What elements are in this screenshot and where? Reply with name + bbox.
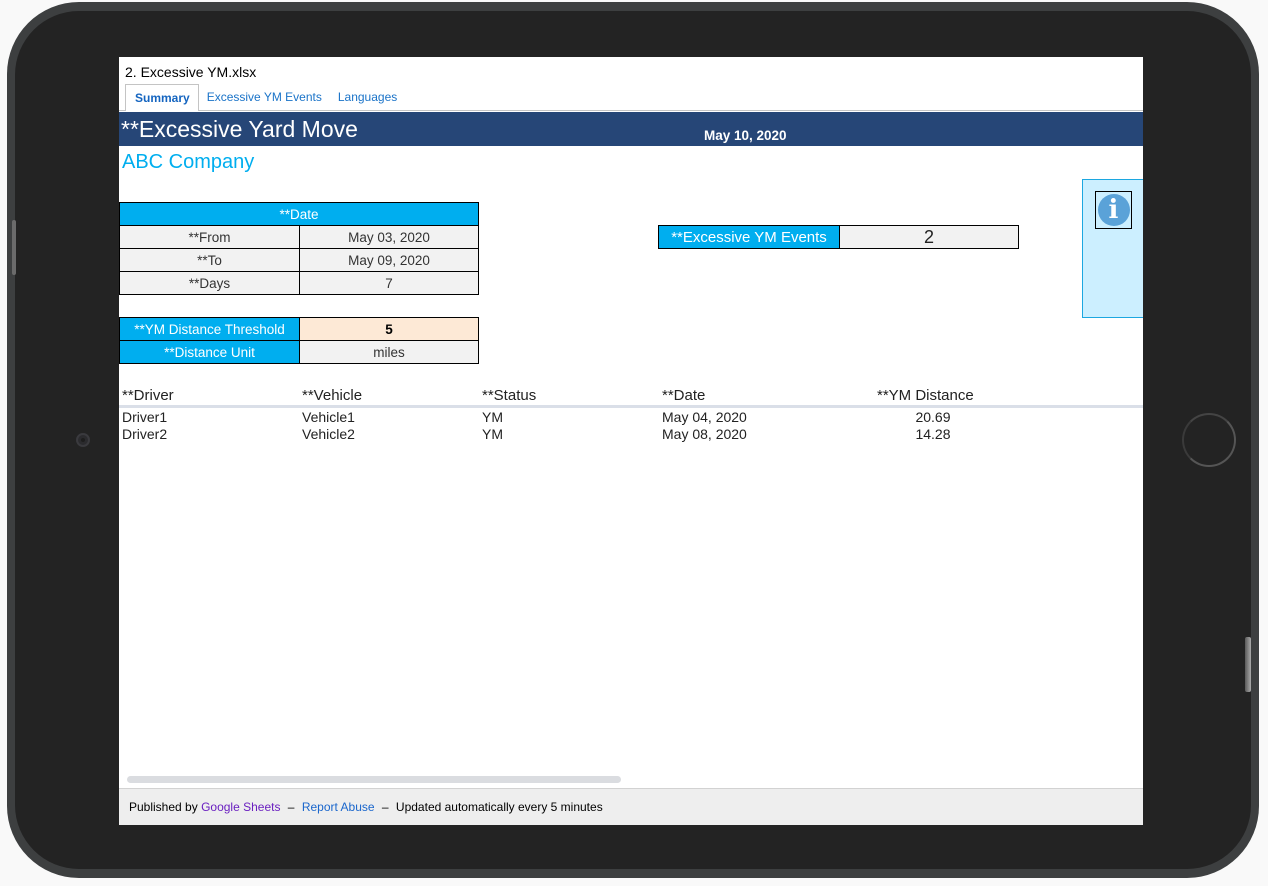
report-abuse-link[interactable]: Report Abuse bbox=[302, 800, 375, 814]
from-value: May 03, 2020 bbox=[299, 225, 479, 249]
days-label: **Days bbox=[119, 271, 300, 295]
distance-unit-value: miles bbox=[299, 340, 479, 364]
days-value: 7 bbox=[299, 271, 479, 295]
events-count-label: **Excessive YM Events bbox=[658, 225, 840, 249]
table-row: Driver2 Vehicle2 YM May 08, 2020 14.28 bbox=[119, 426, 1143, 443]
date-header: **Date bbox=[119, 202, 479, 226]
sheet-tabs: Summary Excessive YM Events Languages bbox=[125, 84, 405, 111]
events-count-value: 2 bbox=[839, 225, 1019, 249]
info-icon: i bbox=[1097, 194, 1130, 226]
separator: – bbox=[287, 800, 295, 814]
date-cell: May 08, 2020 bbox=[662, 426, 747, 442]
report-date: May 10, 2020 bbox=[704, 128, 787, 143]
power-button bbox=[1245, 637, 1251, 692]
distance-unit-label: **Distance Unit bbox=[119, 340, 300, 364]
column-header-status: **Status bbox=[482, 387, 537, 404]
threshold-value: 5 bbox=[299, 317, 479, 341]
ym-distance-cell: 20.69 bbox=[915, 409, 951, 425]
update-frequency-text: Updated automatically every 5 minutes bbox=[395, 800, 603, 814]
status-cell: YM bbox=[482, 409, 503, 425]
table-row: **Distance Unit miles bbox=[119, 340, 479, 364]
tab-excessive-ym-events[interactable]: Excessive YM Events bbox=[199, 84, 330, 111]
to-value: May 09, 2020 bbox=[299, 248, 479, 272]
separator: – bbox=[381, 800, 389, 814]
tab-summary[interactable]: Summary bbox=[125, 84, 199, 111]
column-header-driver: **Driver bbox=[122, 387, 174, 404]
publish-footer: Published by Google Sheets – Report Abus… bbox=[119, 788, 1143, 825]
date-range-table: **Date **From May 03, 2020 **To May 09, … bbox=[119, 202, 479, 295]
events-list-header: **Driver **Vehicle **Status **Date **YM … bbox=[119, 385, 1143, 408]
table-row: **Days 7 bbox=[119, 271, 479, 295]
tab-languages[interactable]: Languages bbox=[330, 84, 405, 111]
home-button[interactable] bbox=[1182, 413, 1236, 467]
column-header-ym-distance: **YM Distance bbox=[877, 387, 974, 404]
horizontal-scrollbar[interactable] bbox=[127, 776, 621, 783]
column-header-vehicle: **Vehicle bbox=[302, 387, 363, 404]
threshold-label: **YM Distance Threshold bbox=[119, 317, 300, 341]
threshold-table: **YM Distance Threshold 5 **Distance Uni… bbox=[119, 317, 479, 364]
date-cell: May 04, 2020 bbox=[662, 409, 747, 425]
info-button[interactable]: i bbox=[1095, 191, 1132, 229]
to-label: **To bbox=[119, 248, 300, 272]
status-cell: YM bbox=[482, 426, 503, 442]
volume-button bbox=[12, 220, 16, 275]
google-sheets-link[interactable]: Google Sheets bbox=[201, 800, 280, 814]
document-title: 2. Excessive YM.xlsx bbox=[125, 64, 257, 80]
published-by-text: Published by bbox=[129, 800, 198, 814]
table-row: Driver1 Vehicle1 YM May 04, 2020 20.69 bbox=[119, 409, 1143, 426]
table-row: **From May 03, 2020 bbox=[119, 225, 479, 249]
report-banner: **Excessive Yard Move May 10, 2020 bbox=[119, 112, 1143, 146]
events-summary-table: **Excessive YM Events 2 bbox=[658, 225, 1019, 249]
table-row: **YM Distance Threshold 5 bbox=[119, 317, 479, 341]
report-title: **Excessive Yard Move bbox=[121, 116, 358, 142]
driver-cell: Driver2 bbox=[122, 426, 168, 442]
vehicle-cell: Vehicle1 bbox=[302, 409, 355, 425]
camera-icon bbox=[76, 433, 90, 447]
from-label: **From bbox=[119, 225, 300, 249]
vehicle-cell: Vehicle2 bbox=[302, 426, 355, 442]
published-sheet-screen: 2. Excessive YM.xlsx Summary Excessive Y… bbox=[119, 57, 1143, 825]
table-row: **To May 09, 2020 bbox=[119, 248, 479, 272]
company-name: ABC Company bbox=[122, 151, 255, 173]
driver-cell: Driver1 bbox=[122, 409, 168, 425]
info-panel: i bbox=[1082, 179, 1143, 318]
ym-distance-cell: 14.28 bbox=[915, 426, 951, 442]
column-header-date: **Date bbox=[662, 387, 706, 404]
